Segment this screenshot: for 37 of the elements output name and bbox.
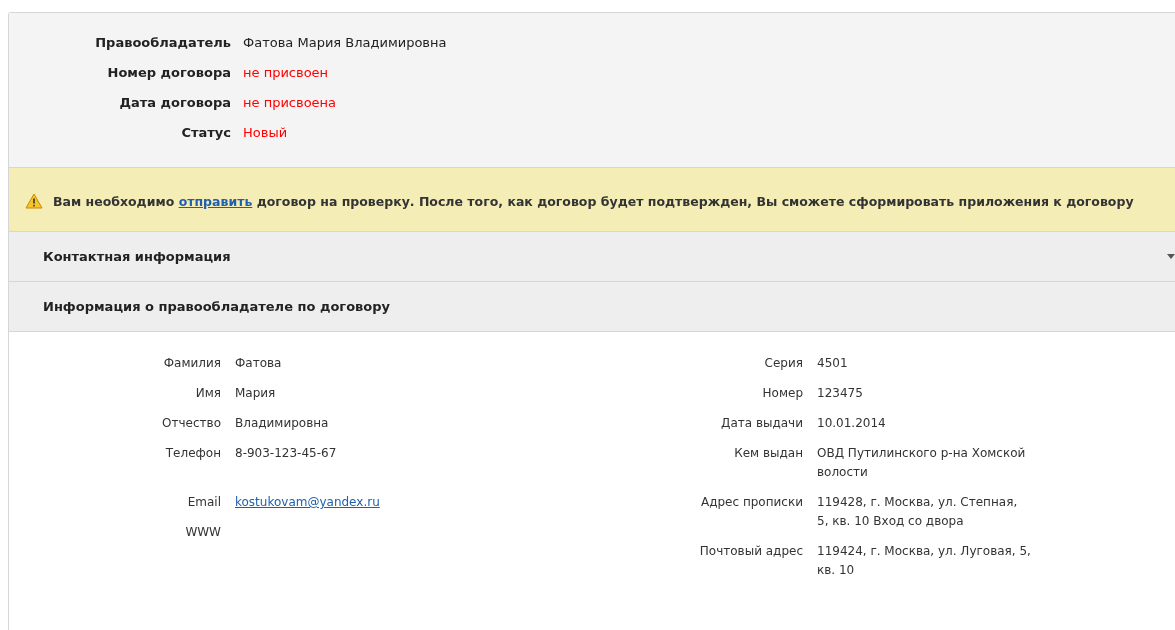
field-value: не присвоен [243,65,329,80]
field-label: Номер договора [106,65,231,80]
field-value: 123475 [817,385,864,402]
field-value: 119424, г. Москва, ул. Луговая, 5, кв. 10 [817,543,1032,579]
send-link[interactable]: отправить [178,194,253,209]
field-label: Отчество [161,415,221,432]
field-value: не присвоена [243,95,337,110]
field-label: Серия [763,355,803,372]
field-label: WWW [184,524,221,541]
field-label: Фамилия [162,355,221,372]
field-label: Дата выдачи [720,415,803,432]
section-header[interactable]: Контактная информация [9,232,1175,282]
field-label: Email [186,494,221,511]
field-label: Адрес прописки [700,494,803,511]
section-header[interactable]: Информация о правообладателе по договору [9,282,1175,332]
field-label: Телефон [164,445,221,462]
warning-icon [25,193,43,209]
field-value: Мария [235,385,276,402]
email-link[interactable]: kostukovam@yandex.ru [235,493,380,512]
field-value: Фатова Мария Владимировна [243,35,447,50]
field-value: 4501 [817,355,849,372]
field-label: Почтовый адрес [698,543,803,560]
field-label: Правообладатель [94,35,231,50]
field-value: Фатова [235,355,282,372]
field-value: Новый [243,125,288,140]
field-value: 119428, г. Москва, ул. Степная, 5, кв. 10 Вход со двора [817,494,1019,530]
field-label: Кем выдан [733,445,803,462]
warning-message: Вам необходимо отправить договор на проверку. После того, как договор будет подтвержден, Вы сможете сформировать приложения к договору [53,193,1134,211]
field-label: Статус [180,125,231,140]
field-label: Номер [761,385,803,402]
field-value: ОВД Путилинского р-на Хомской волости [817,445,1027,481]
field-value: 10.01.2014 [817,415,887,432]
field-label: Имя [194,385,221,402]
field-label: Дата договора [118,95,231,110]
caret-icon [1167,254,1175,259]
field-value: Владимировна [235,415,329,432]
field-value: 8-903-123-45-67 [235,445,337,462]
